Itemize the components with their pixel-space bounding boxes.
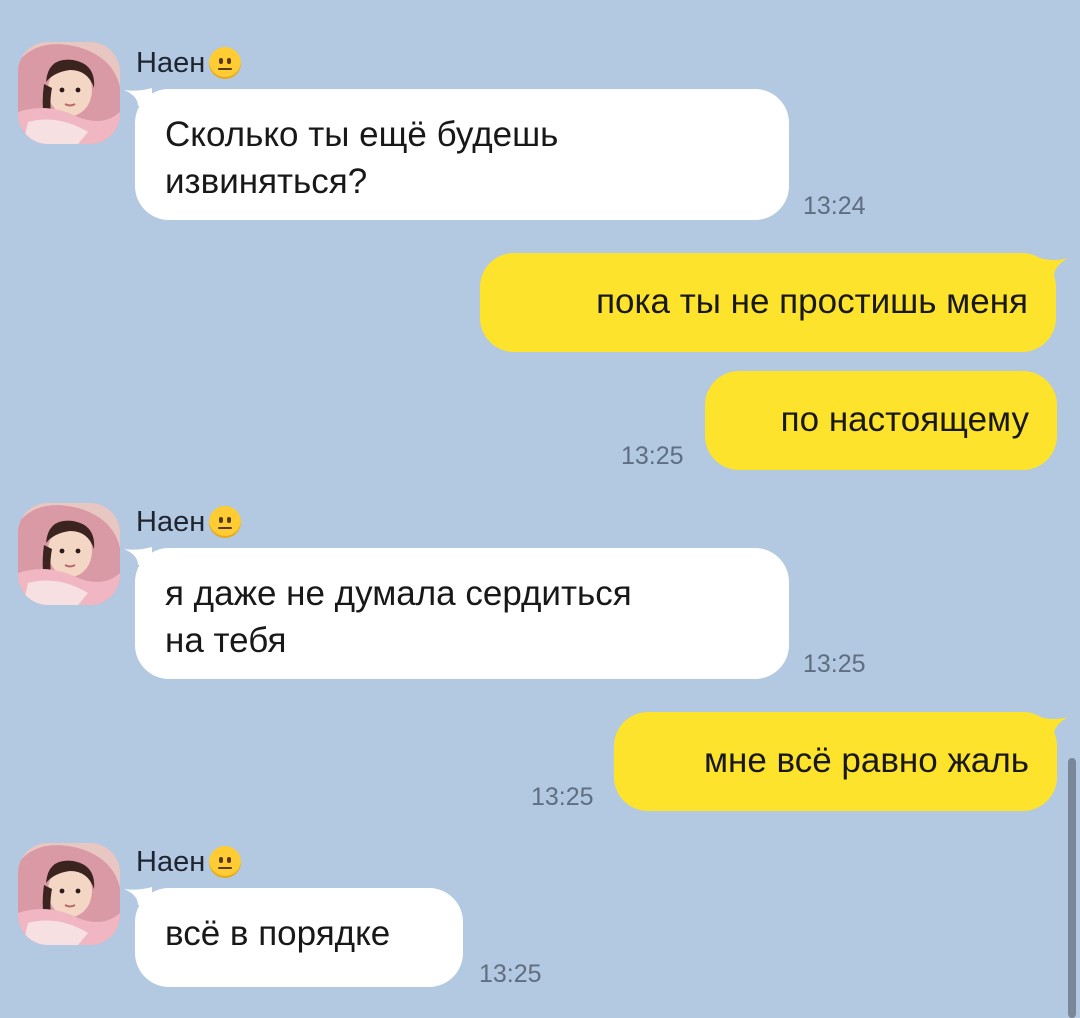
- message-time: 13:25: [803, 650, 866, 678]
- message-text: по настоящему: [780, 400, 1029, 439]
- message-text: мне всё равно жаль: [703, 741, 1029, 780]
- sender-name: Наен: [136, 43, 242, 83]
- sender-name-text: Наен: [136, 46, 206, 79]
- neutral-face-icon: [209, 506, 242, 538]
- contact-avatar[interactable]: [18, 843, 120, 945]
- bubble-tail: [1040, 717, 1068, 735]
- message-text-line: извиняться?: [165, 162, 368, 201]
- sender-name: Наен: [136, 502, 242, 542]
- sender-name-text: Наен: [136, 505, 206, 538]
- message-text-line: всё в порядке: [165, 914, 391, 953]
- contact-avatar[interactable]: [18, 42, 120, 144]
- message-time: 13:25: [479, 960, 542, 988]
- message-time: 13:24: [803, 192, 866, 220]
- outgoing-message-bubble[interactable]: мне всё равно жаль: [614, 712, 1057, 811]
- outgoing-message-bubble[interactable]: по настоящему: [705, 371, 1057, 470]
- message-text: пока ты не простишь меня: [596, 282, 1028, 321]
- incoming-message-bubble[interactable]: Сколько ты ещё будешь извиняться?: [135, 89, 789, 220]
- sender-name: Наен: [136, 842, 242, 882]
- message-text-line: я даже не думала сердиться: [165, 574, 632, 613]
- sender-name-text: Наен: [136, 845, 206, 878]
- incoming-message-bubble[interactable]: всё в порядке: [135, 888, 463, 987]
- message-time: 13:25: [531, 783, 594, 811]
- bubble-tail: [1040, 258, 1068, 276]
- contact-avatar[interactable]: [18, 503, 120, 605]
- neutral-face-icon: [209, 47, 242, 79]
- chat-area[interactable]: Наен Сколько ты ещё будешь извиняться? 1…: [0, 0, 1080, 1018]
- message-text-line: на тебя: [165, 621, 287, 660]
- neutral-face-icon: [209, 846, 242, 878]
- scrollbar[interactable]: [1068, 758, 1076, 1018]
- incoming-message-bubble[interactable]: я даже не думала сердиться на тебя: [135, 548, 789, 679]
- outgoing-message-bubble[interactable]: пока ты не простишь меня: [480, 253, 1056, 352]
- message-text-line: Сколько ты ещё будешь: [165, 115, 559, 154]
- message-time: 13:25: [621, 442, 684, 470]
